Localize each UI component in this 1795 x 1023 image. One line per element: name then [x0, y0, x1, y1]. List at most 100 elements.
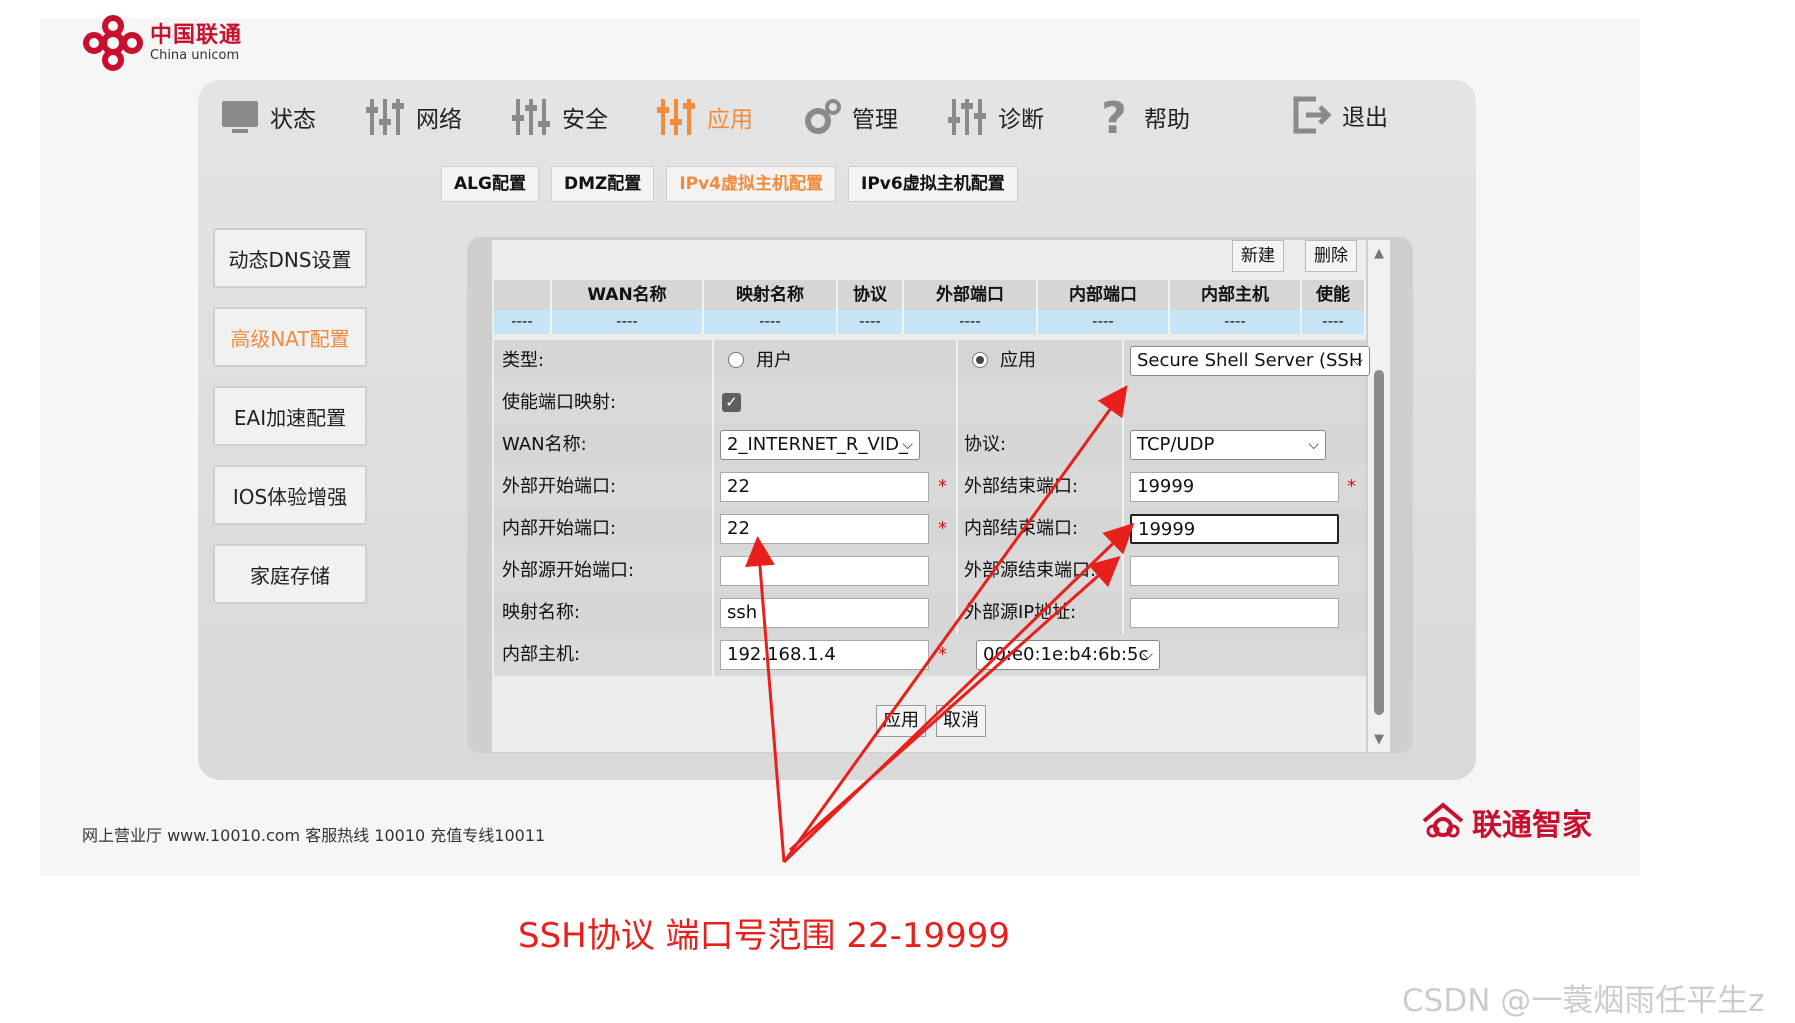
form-row-map-name: 映射名称: ssh 外部源IP地址:: [494, 592, 1366, 634]
int-host-input[interactable]: 192.168.1.4: [720, 640, 929, 670]
nav-item-management[interactable]: 管理: [800, 92, 898, 142]
column-header: 使能: [1302, 280, 1366, 310]
form-row-source-port: 外部源开始端口: 外部源结束端口:: [494, 550, 1366, 592]
enable-label: 使能端口映射:: [502, 392, 617, 413]
table-header: WAN名称 映射名称 协议 外部端口 内部端口 内部主机 使能: [494, 280, 1366, 310]
nav-label: 安全: [562, 107, 608, 133]
column-header: [494, 280, 552, 310]
chevron-down-icon: ⌵: [902, 437, 913, 453]
table-cell: ----: [494, 310, 552, 334]
protocol-label: 协议:: [964, 434, 1007, 455]
delete-button[interactable]: 删除: [1305, 240, 1357, 272]
table-cell: ----: [1302, 310, 1366, 334]
table-cell: ----: [552, 310, 704, 334]
scroll-down-icon[interactable]: ▼: [1368, 728, 1390, 750]
enable-checkbox[interactable]: ✓: [722, 393, 741, 412]
sidebar-item-advanced-nat[interactable]: 高级NAT配置: [213, 307, 367, 367]
src-end-port-input[interactable]: [1130, 556, 1339, 586]
nav-item-status[interactable]: 状态: [218, 92, 316, 142]
sidebar-item-ios[interactable]: IOS体验增强: [213, 465, 367, 525]
unicom-smart-home-logo: 联通智家: [1420, 800, 1592, 844]
protocol-select-value: TCP/UDP: [1137, 434, 1215, 455]
svg-text:?: ?: [1101, 95, 1127, 139]
nav-item-security[interactable]: 安全: [510, 92, 608, 142]
int-start-port-input[interactable]: 22: [720, 514, 929, 544]
map-name-input[interactable]: ssh: [720, 598, 929, 628]
ext-start-label: 外部开始端口:: [502, 476, 617, 497]
nav-item-logout[interactable]: 退出: [1290, 90, 1388, 140]
cancel-button[interactable]: 取消: [936, 705, 986, 737]
type-label: 类型:: [502, 350, 545, 371]
brand-en: China unicom: [150, 48, 240, 63]
nav-item-diagnosis[interactable]: 诊断: [946, 92, 1044, 142]
ext-end-port-input[interactable]: 19999: [1130, 472, 1339, 502]
question-icon: ?: [1101, 95, 1127, 139]
nav-label: 管理: [852, 107, 898, 133]
tab-ipv4-virtual-host[interactable]: IPv4虚拟主机配置: [666, 166, 837, 202]
china-unicom-logo: 中国联通 China unicom: [82, 14, 242, 72]
tab-dmz[interactable]: DMZ配置: [550, 166, 655, 202]
gear-icon: [805, 99, 841, 134]
wan-label: WAN名称:: [502, 434, 587, 455]
form-row-internal-port: 内部开始端口: 22 * 内部结束端口: 19999: [494, 508, 1366, 550]
nav-label: 诊断: [998, 107, 1044, 133]
sliders-icon: [657, 99, 695, 135]
sidebar-item-ddns[interactable]: 动态DNS设置: [213, 228, 367, 288]
table-cell: ----: [1038, 310, 1170, 334]
chevron-down-icon: ⌵: [1142, 647, 1153, 663]
type-app-label: 应用: [1000, 350, 1036, 371]
column-header: 协议: [838, 280, 904, 310]
column-header: 映射名称: [704, 280, 838, 310]
application-select[interactable]: Secure Shell Server (SSH ⌵: [1130, 346, 1370, 376]
type-user-label: 用户: [756, 350, 792, 371]
chevron-down-icon: ⌵: [1352, 353, 1363, 369]
required-mark: *: [938, 518, 947, 539]
sidebar-item-eai[interactable]: EAI加速配置: [213, 386, 367, 446]
form-row-internal-host: 内部主机: 192.168.1.4 * 00:e0:1e:b4:6b:5c ⌵: [494, 634, 1366, 676]
nav-item-network[interactable]: 网络: [364, 92, 462, 142]
column-header: WAN名称: [552, 280, 704, 310]
watermark: CSDN @一蓑烟雨任平生z: [1402, 983, 1765, 1019]
scrollbar[interactable]: ▲ ▼: [1368, 240, 1390, 752]
mac-select-value: 00:e0:1e:b4:6b:5c: [983, 644, 1149, 665]
src-ip-input[interactable]: [1130, 598, 1339, 628]
apply-button[interactable]: 应用: [876, 705, 926, 737]
wan-select-value: 2_INTERNET_R_VID_: [727, 434, 908, 455]
scroll-thumb[interactable]: [1374, 370, 1384, 715]
nav-item-application[interactable]: 应用: [655, 92, 753, 142]
column-header: 外部端口: [904, 280, 1038, 310]
tab-ipv6-virtual-host[interactable]: IPv6虚拟主机配置: [848, 166, 1018, 202]
int-end-label: 内部结束端口:: [964, 518, 1079, 539]
sidebar-item-storage[interactable]: 家庭存储: [213, 544, 367, 604]
table-cell: ----: [904, 310, 1038, 334]
form-row-type: 类型: 用户 应用 Secure Shell Server (SSH ⌵: [494, 340, 1370, 382]
nav-item-help[interactable]: ? 帮助: [1092, 92, 1190, 142]
sub-nav: ALG配置 DMZ配置 IPv4虚拟主机配置 IPv6虚拟主机配置: [441, 166, 1018, 202]
type-app-radio[interactable]: [972, 352, 988, 368]
tab-alg[interactable]: ALG配置: [441, 166, 539, 202]
unicom-knot-icon: [83, 15, 143, 71]
table-cell: ----: [1170, 310, 1302, 334]
form-row-wan: WAN名称: 2_INTERNET_R_VID_ ⌵ 协议: TCP/UDP ⌵: [494, 424, 1366, 466]
table-cell: ----: [704, 310, 838, 334]
sliders-icon: [512, 99, 550, 135]
type-user-radio[interactable]: [728, 352, 744, 368]
monitor-icon: [222, 101, 258, 133]
int-end-port-input[interactable]: 19999: [1130, 514, 1339, 544]
src-ip-label: 外部源IP地址:: [964, 602, 1077, 623]
chevron-down-icon: ⌵: [1308, 437, 1319, 453]
brand-cn: 中国联通: [150, 23, 243, 48]
src-start-port-input[interactable]: [720, 556, 929, 586]
scroll-up-icon[interactable]: ▲: [1368, 242, 1390, 264]
nav-label: 状态: [270, 107, 316, 133]
new-button[interactable]: 新建: [1232, 240, 1284, 272]
ext-start-port-input[interactable]: 22: [720, 472, 929, 502]
table-row[interactable]: ---- ---- ---- ---- ---- ---- ---- ----: [494, 310, 1366, 334]
annotation-caption: SSH协议 端口号范围 22-19999: [518, 916, 1011, 956]
protocol-select[interactable]: TCP/UDP ⌵: [1130, 430, 1326, 460]
nav-label: 帮助: [1144, 107, 1190, 133]
wan-select[interactable]: 2_INTERNET_R_VID_ ⌵: [720, 430, 920, 460]
sliders-icon: [366, 99, 404, 135]
required-mark: *: [938, 644, 947, 665]
mac-select[interactable]: 00:e0:1e:b4:6b:5c ⌵: [976, 640, 1160, 670]
